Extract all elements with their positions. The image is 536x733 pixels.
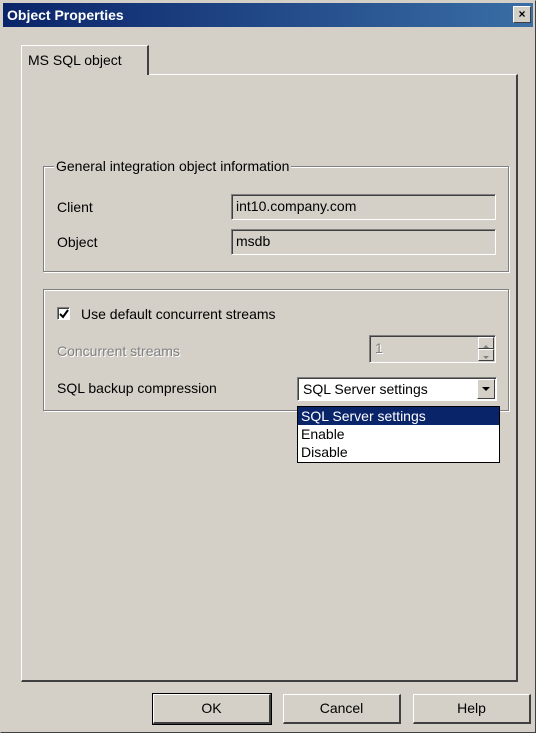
arrow-down-icon [483, 356, 489, 359]
client-field[interactable]: int10.company.com [231, 194, 496, 220]
spin-up-button [478, 337, 494, 349]
sql-compression-label: SQL backup compression [57, 380, 217, 396]
title-bar[interactable]: Object Properties × [3, 3, 533, 27]
concurrent-streams-value: 1 [375, 340, 383, 356]
concurrent-streams-label: Concurrent streams [57, 343, 180, 359]
ok-button[interactable]: OK [152, 693, 272, 725]
object-value: msdb [236, 233, 271, 249]
cancel-button[interactable]: Cancel [283, 694, 401, 724]
close-icon: × [518, 7, 526, 21]
tab-ms-sql-object[interactable]: MS SQL object [21, 45, 149, 75]
sql-compression-selected: SQL Server settings [303, 381, 428, 397]
close-button[interactable]: × [513, 6, 531, 23]
dropdown-option-enable[interactable]: Enable [298, 425, 499, 443]
spin-down-button [478, 349, 494, 361]
object-field[interactable]: msdb [231, 229, 496, 255]
dropdown-button[interactable] [477, 379, 495, 399]
object-properties-dialog: Object Properties × MS SQL object Genera… [0, 0, 536, 733]
sql-compression-select[interactable]: SQL Server settings [297, 377, 497, 401]
sql-compression-dropdown-list: SQL Server settings Enable Disable [297, 406, 500, 463]
object-label: Object [57, 234, 98, 250]
client-value: int10.company.com [236, 198, 357, 214]
check-icon [59, 309, 69, 319]
general-info-group-title: General integration object information [54, 158, 292, 174]
tab-label: MS SQL object [28, 52, 122, 68]
window-title: Object Properties [7, 7, 124, 23]
dropdown-option-sql-server-settings[interactable]: SQL Server settings [298, 407, 499, 425]
help-button[interactable]: Help [413, 694, 531, 724]
use-default-streams-label[interactable]: Use default concurrent streams [81, 306, 276, 322]
client-label: Client [57, 199, 93, 215]
use-default-streams-checkbox[interactable] [57, 307, 70, 320]
chevron-down-icon [482, 387, 490, 391]
concurrent-streams-stepper: 1 [369, 335, 496, 363]
dropdown-option-disable[interactable]: Disable [298, 443, 499, 461]
